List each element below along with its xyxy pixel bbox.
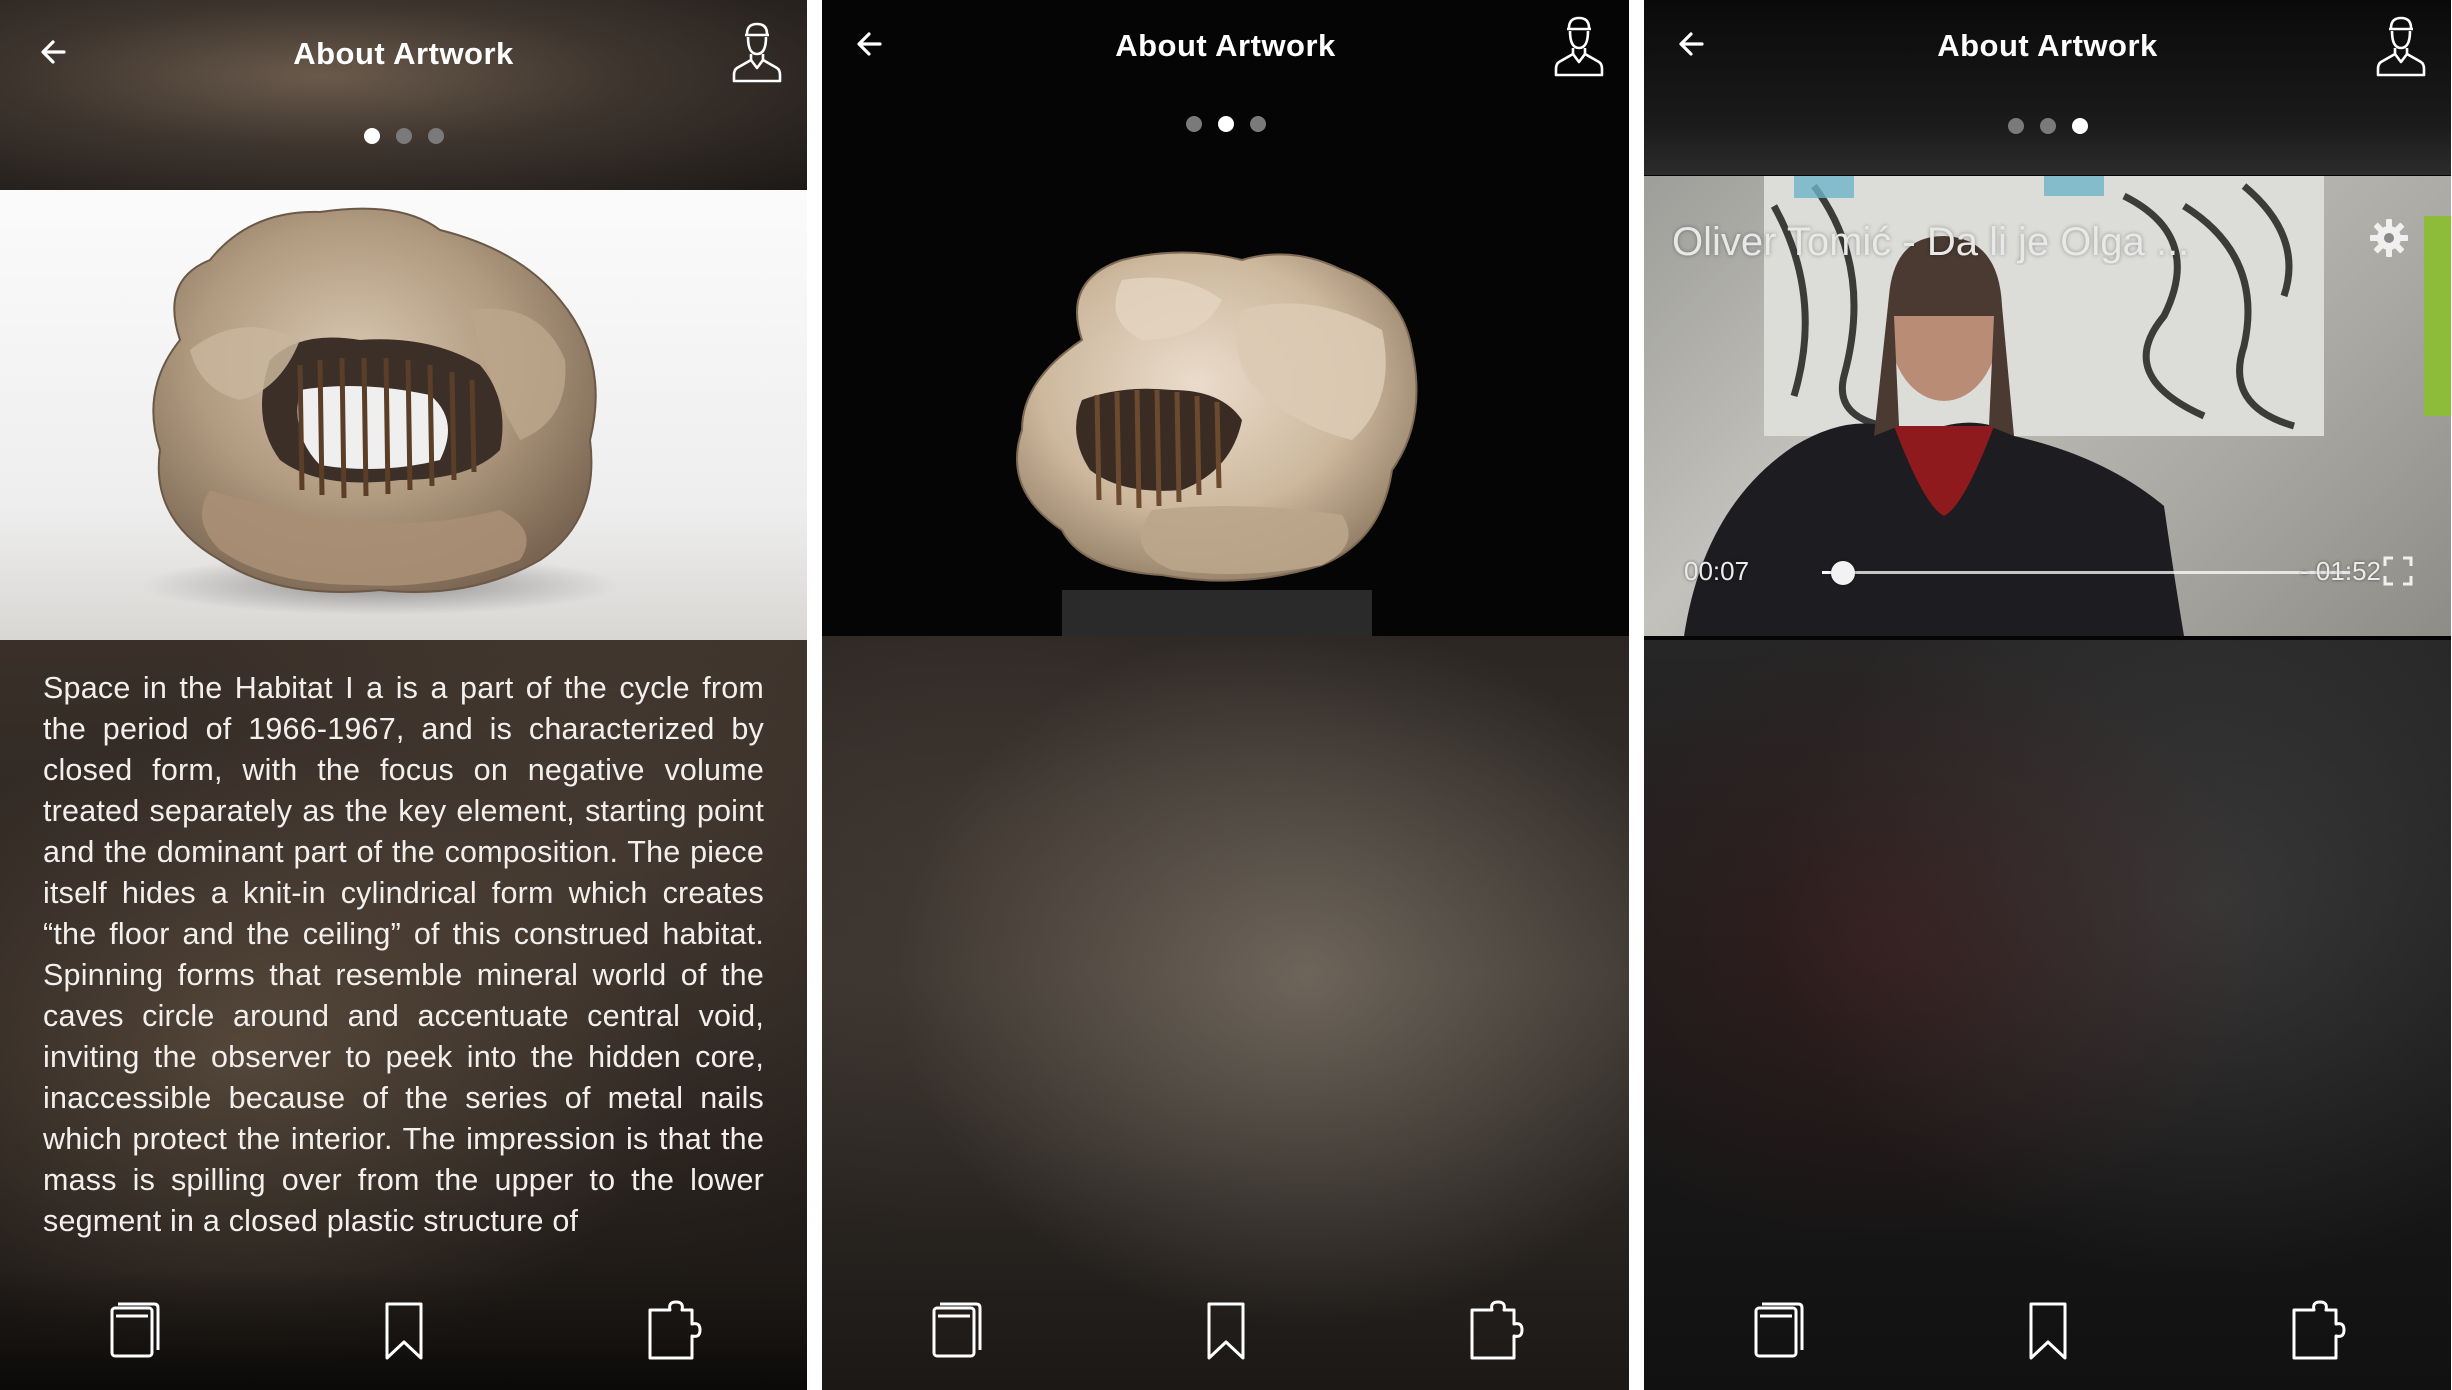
page-dot-3[interactable]: [427, 128, 444, 144]
user-profile-icon[interactable]: [729, 20, 785, 86]
artwork-photo: [0, 190, 807, 640]
about-artwork-screen-video: About Artwork Oliver Tomić - Da li je Ol…: [1644, 0, 2451, 1390]
notes-icon[interactable]: [1748, 1298, 1810, 1364]
artwork-description: Space in the Habitat I a is a part of th…: [43, 671, 764, 1238]
video-scrubber-handle[interactable]: [1831, 561, 1856, 585]
page-dot-1[interactable]: [1185, 116, 1202, 132]
user-profile-icon[interactable]: [1551, 14, 1607, 80]
page-dot-1[interactable]: [2007, 118, 2024, 134]
page-indicator: [1644, 118, 2451, 138]
page-dot-3[interactable]: [2071, 118, 2088, 134]
puzzle-icon[interactable]: [640, 1298, 702, 1364]
page-title: About Artwork: [293, 36, 514, 71]
bookmark-icon[interactable]: [1195, 1298, 1257, 1364]
video-title: Oliver Tomić - Da li je Olga ...: [1672, 220, 2190, 264]
about-artwork-screen-description: About Artwork Space in the Habitat I a i…: [0, 0, 807, 1390]
page-dot-2[interactable]: [2039, 118, 2056, 134]
artwork-photo: [822, 170, 1629, 636]
page-dot-3[interactable]: [1249, 116, 1266, 132]
video-player[interactable]: Oliver Tomić - Da li je Olga ... 00:07 -…: [1644, 176, 2451, 636]
app-header: About Artwork: [822, 0, 1629, 110]
bookmark-icon[interactable]: [373, 1298, 435, 1364]
page-dot-1[interactable]: [363, 128, 380, 144]
page-title: About Artwork: [1937, 28, 2158, 63]
about-artwork-screen-photo: About Artwork: [822, 0, 1629, 1390]
video-current-time: 00:07: [1684, 556, 1750, 586]
video-remaining-time: - 01:52: [2300, 556, 2381, 586]
bottom-nav: [0, 1270, 807, 1390]
bookmark-icon[interactable]: [2017, 1298, 2079, 1364]
user-profile-icon[interactable]: [2373, 14, 2429, 80]
notes-icon[interactable]: [926, 1298, 988, 1364]
gear-icon[interactable]: [2367, 216, 2411, 260]
bottom-nav: [1644, 1270, 2451, 1390]
page-indicator: [0, 128, 807, 148]
app-header: About Artwork: [0, 0, 807, 110]
puzzle-icon[interactable]: [2284, 1298, 2346, 1364]
app-header: About Artwork: [1644, 0, 2451, 110]
fullscreen-icon[interactable]: [2381, 554, 2415, 588]
notes-icon[interactable]: [104, 1298, 166, 1364]
page-dot-2[interactable]: [395, 128, 412, 144]
bottom-nav: [822, 1270, 1629, 1390]
page-dot-2[interactable]: [1217, 116, 1234, 132]
page-indicator: [822, 116, 1629, 136]
video-progress-bar[interactable]: [1822, 561, 2350, 585]
puzzle-icon[interactable]: [1462, 1298, 1524, 1364]
page-title: About Artwork: [1115, 28, 1336, 63]
